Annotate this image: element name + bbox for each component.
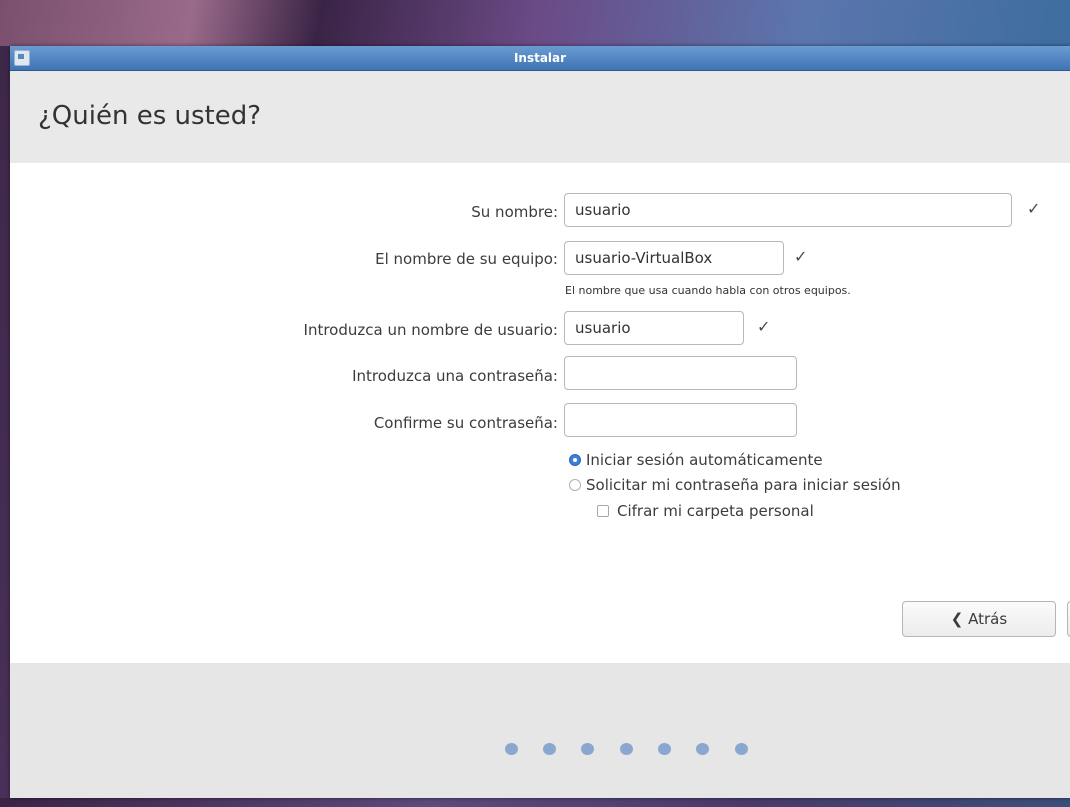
computer-name-input[interactable] bbox=[564, 241, 784, 275]
encrypt-home-checkbox[interactable] bbox=[597, 505, 609, 517]
username-valid-checkmark-icon: ✓ bbox=[757, 317, 771, 336]
progress-dot bbox=[696, 743, 709, 755]
username-input[interactable] bbox=[564, 311, 744, 345]
radio-auto-login-label: Iniciar sesión automáticamente bbox=[586, 451, 823, 469]
confirm-password-input[interactable] bbox=[564, 403, 797, 437]
computer-name-label: El nombre de su equipo: bbox=[375, 250, 558, 268]
progress-dot bbox=[658, 743, 671, 755]
name-valid-checkmark-icon: ✓ bbox=[1027, 199, 1041, 218]
name-input[interactable] bbox=[564, 193, 1012, 227]
progress-dot bbox=[735, 743, 748, 755]
back-button[interactable]: ❮ Atrás bbox=[902, 601, 1056, 637]
progress-dot bbox=[543, 743, 556, 755]
radio-require-password-label: Solicitar mi contraseña para iniciar ses… bbox=[586, 476, 901, 494]
page-header: ¿Quién es usted? bbox=[10, 71, 1070, 163]
radio-auto-login[interactable]: Iniciar sesión automáticamente bbox=[569, 451, 823, 469]
desktop-wallpaper bbox=[0, 0, 1070, 46]
window-title: Instalar bbox=[513, 51, 567, 65]
radio-require-password[interactable]: Solicitar mi contraseña para iniciar ses… bbox=[569, 476, 901, 494]
password-label: Introduzca una contraseña: bbox=[352, 367, 558, 385]
progress-dot bbox=[620, 743, 633, 755]
form-area: Su nombre: ✓ El nombre de su equipo: ✓ E… bbox=[10, 163, 1070, 663]
progress-dot bbox=[581, 743, 594, 755]
computer-valid-checkmark-icon: ✓ bbox=[794, 247, 808, 266]
computer-name-hint: El nombre que usa cuando habla con otros… bbox=[565, 284, 851, 297]
progress-dot bbox=[505, 743, 518, 755]
encrypt-home-label: Cifrar mi carpeta personal bbox=[617, 502, 814, 520]
progress-footer bbox=[10, 663, 1070, 798]
page-title: ¿Quién es usted? bbox=[38, 101, 262, 131]
title-bar[interactable]: Instalar bbox=[10, 46, 1070, 71]
radio-unselected-icon[interactable] bbox=[569, 479, 581, 491]
desktop-wallpaper-bottom bbox=[0, 798, 1070, 807]
password-input[interactable] bbox=[564, 356, 797, 390]
installer-window: Instalar ¿Quién es usted? Su nombre: ✓ E… bbox=[10, 46, 1070, 798]
radio-selected-icon[interactable] bbox=[569, 454, 581, 466]
encrypt-home-checkbox-row[interactable]: Cifrar mi carpeta personal bbox=[597, 502, 814, 520]
name-label: Su nombre: bbox=[471, 203, 558, 221]
confirm-password-label: Confirme su contraseña: bbox=[373, 414, 558, 432]
username-label: Introduzca un nombre de usuario: bbox=[303, 321, 558, 339]
